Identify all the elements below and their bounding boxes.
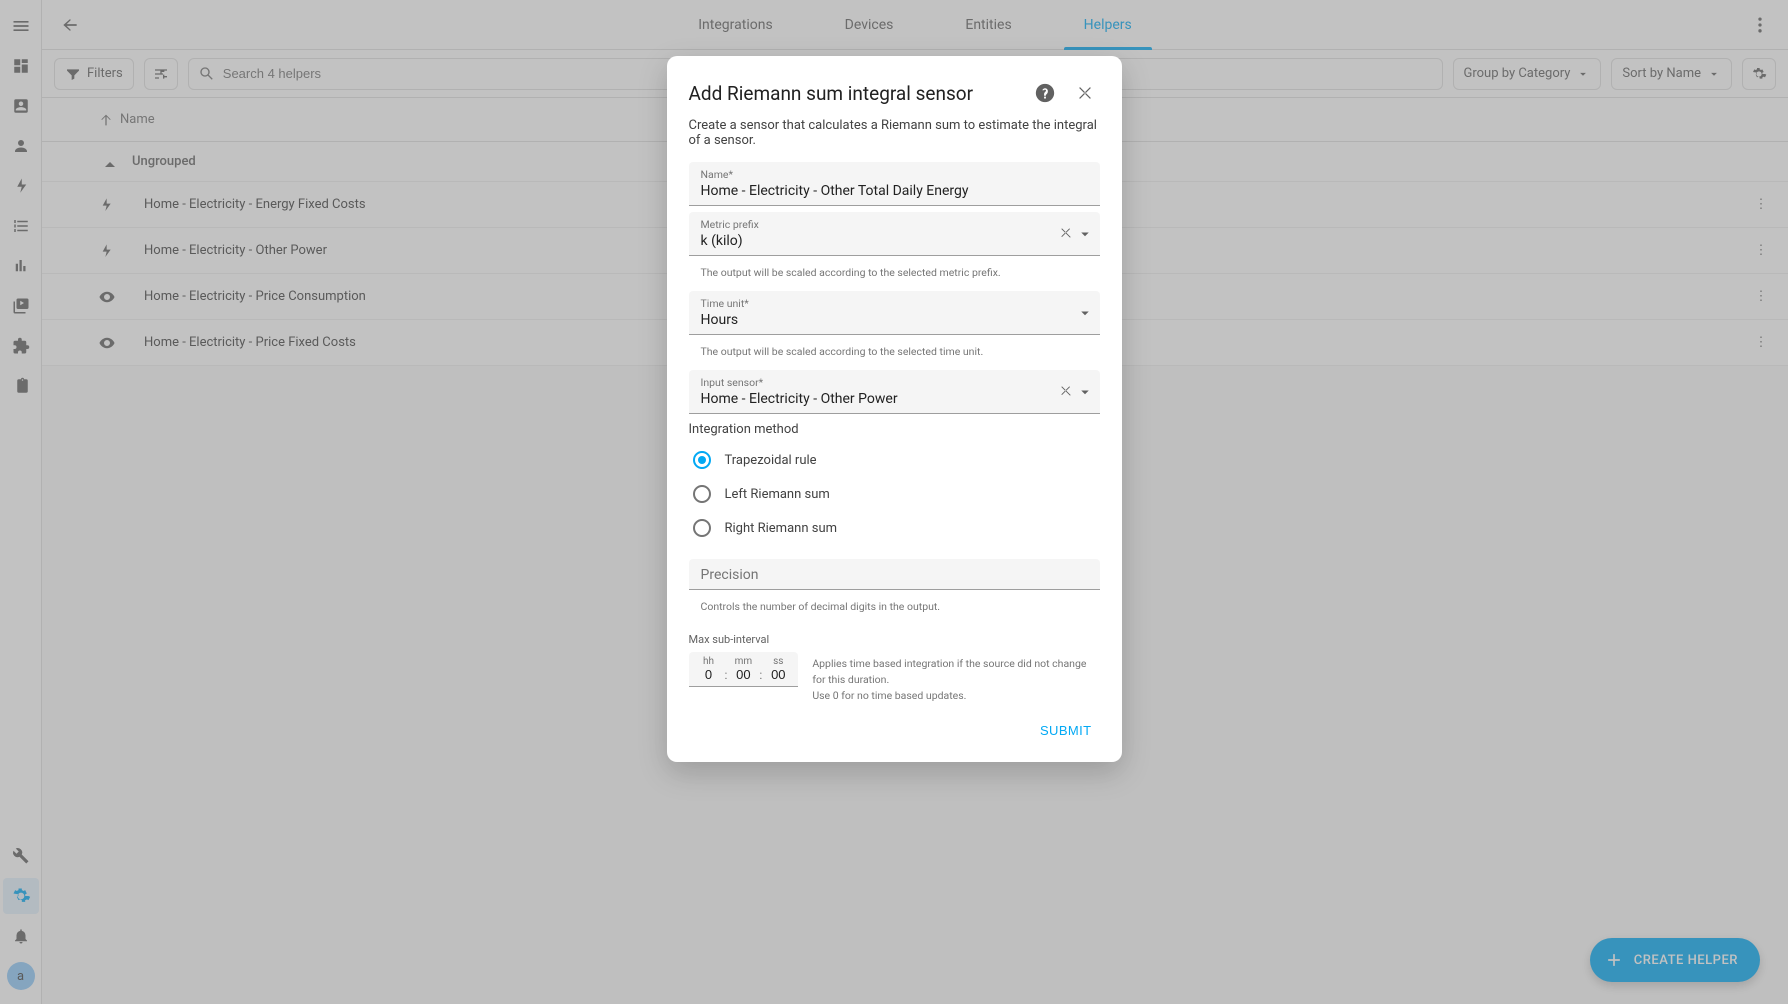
input-sensor-field[interactable]: Input sensor* Home - Electricity - Other… [689, 370, 1100, 414]
dialog-title: Add Riemann sum integral sensor [689, 82, 1020, 105]
msi-help: Applies time based integration if the so… [812, 652, 1099, 703]
time-unit-label: Time unit* [701, 297, 1088, 310]
name-input[interactable]: Home - Electricity - Other Total Daily E… [701, 181, 1088, 201]
chevron-down-icon [1076, 304, 1094, 322]
chevron-down-icon [1076, 225, 1094, 243]
help-circle-icon [1034, 82, 1056, 104]
ss-input[interactable] [768, 667, 788, 682]
help-button[interactable] [1030, 78, 1060, 108]
chevron-down-icon [1076, 383, 1094, 401]
time-unit-field[interactable]: Time unit* Hours [689, 291, 1100, 335]
input-sensor-value: Home - Electricity - Other Power [701, 389, 1088, 409]
close-icon [1058, 383, 1074, 399]
close-icon [1075, 83, 1095, 103]
radio-trapezoidal[interactable]: Trapezoidal rule [689, 443, 1100, 477]
dialog-description: Create a sensor that calculates a Rieman… [689, 118, 1100, 148]
radio-right-riemann[interactable]: Right Riemann sum [689, 511, 1100, 545]
hh-input[interactable] [699, 667, 719, 682]
precision-input[interactable]: Precision [701, 565, 1088, 585]
clear-button[interactable] [1058, 225, 1074, 243]
hh-label: hh [703, 656, 714, 667]
precision-help: Controls the number of decimal digits in… [689, 596, 1100, 625]
metric-prefix-help: The output will be scaled according to t… [689, 262, 1100, 291]
radio-label: Trapezoidal rule [725, 453, 817, 468]
name-label: Name* [701, 168, 1088, 181]
mm-input[interactable] [733, 667, 753, 682]
modal-backdrop[interactable]: Add Riemann sum integral sensor Create a… [0, 0, 1788, 1004]
metric-prefix-field[interactable]: Metric prefix k (kilo) [689, 212, 1100, 256]
precision-field[interactable]: Precision [689, 559, 1100, 590]
max-sub-interval-label: Max sub-interval [689, 633, 1100, 646]
time-unit-help: The output will be scaled according to t… [689, 341, 1100, 370]
input-sensor-label: Input sensor* [701, 376, 1088, 389]
metric-prefix-value: k (kilo) [701, 231, 1088, 251]
dropdown-toggle[interactable] [1076, 383, 1094, 401]
metric-prefix-label: Metric prefix [701, 218, 1088, 231]
radio-label: Right Riemann sum [725, 521, 838, 536]
dropdown-toggle[interactable] [1076, 304, 1094, 322]
radio-label: Left Riemann sum [725, 487, 830, 502]
close-button[interactable] [1070, 78, 1100, 108]
clear-button[interactable] [1058, 383, 1074, 401]
add-integral-sensor-dialog: Add Riemann sum integral sensor Create a… [667, 56, 1122, 762]
radio-left-riemann[interactable]: Left Riemann sum [689, 477, 1100, 511]
time-unit-value: Hours [701, 310, 1088, 330]
mm-label: mm [735, 656, 753, 667]
dropdown-toggle[interactable] [1076, 225, 1094, 243]
integration-method-label: Integration method [689, 422, 1100, 437]
name-field[interactable]: Name* Home - Electricity - Other Total D… [689, 162, 1100, 206]
submit-button[interactable]: SUBMIT [1032, 717, 1100, 744]
ss-label: ss [773, 656, 783, 667]
duration-input[interactable]: hh : mm : ss [689, 652, 799, 687]
close-icon [1058, 225, 1074, 241]
